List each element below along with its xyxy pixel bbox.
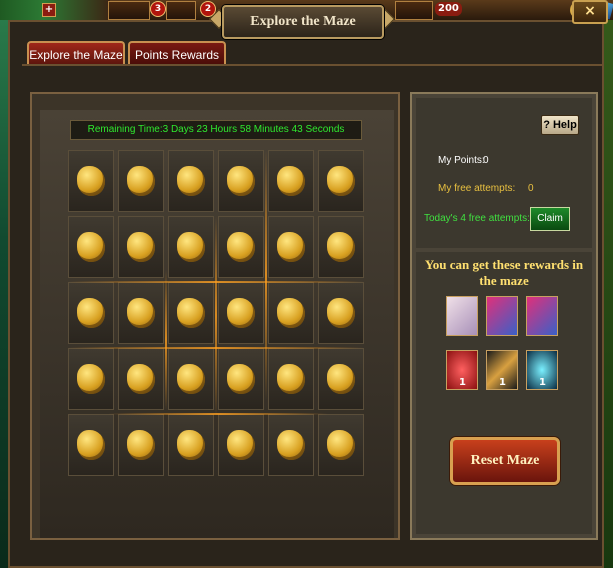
gold-ore-icon [277,364,305,394]
gold-ore-icon [127,364,155,394]
rewards-title: You can get these rewards in the maze [424,257,584,288]
gold-ore-icon [127,430,155,460]
gold-ore-icon [227,232,255,262]
maze-cell[interactable] [118,414,164,476]
maze-cell[interactable] [218,282,264,344]
gold-ore-icon [327,298,355,328]
maze-cell[interactable] [68,216,114,278]
gold-ore-icon [127,166,155,196]
hud-plus-icon[interactable]: + [42,3,56,17]
gift-box-icon[interactable] [486,296,518,336]
gold-ore-icon [77,364,105,394]
hud-sword-icon[interactable] [395,1,433,20]
hud-count: 200 [435,2,462,16]
maze-cell[interactable] [168,150,214,212]
glow-crack [165,270,167,410]
gold-ore-icon [77,430,105,460]
maze-cell[interactable] [218,414,264,476]
tab-points-rewards[interactable]: Points Rewards [128,41,226,65]
maze-cell[interactable] [118,282,164,344]
maze-cell[interactable] [318,348,364,410]
tab-divider [22,64,602,66]
gold-ore-icon [227,166,255,196]
gold-ore-icon [327,430,355,460]
gold-ore-icon [77,232,105,262]
free-attempts-label: My free attempts: [438,183,516,194]
maze-cell[interactable] [318,282,364,344]
maze-cell[interactable] [218,216,264,278]
gold-ore-icon [127,232,155,262]
maze-cell[interactable] [68,348,114,410]
reward-quantity: 1 [459,377,466,388]
gold-ore-icon [177,430,205,460]
maze-cell[interactable] [318,216,364,278]
gold-ore-icon [277,166,305,196]
gold-ore-icon [127,298,155,328]
reset-maze-button[interactable]: Reset Maze [450,437,560,485]
hero-portrait-icon[interactable] [446,296,478,336]
reward-quantity: 1 [539,377,546,388]
gift-box-icon[interactable] [526,296,558,336]
gold-ore-icon [177,298,205,328]
glow-crack [265,150,267,400]
maze-cell[interactable] [118,150,164,212]
help-button[interactable]: ? Help [541,115,579,135]
my-points-label: My Points: [438,155,485,166]
hud-item-icon[interactable] [166,1,196,20]
today-free-label: Today's 4 free attempts: [424,213,530,224]
gold-ore-icon [227,298,255,328]
maze-cell[interactable] [218,348,264,410]
gold-ore-icon [327,166,355,196]
maze-cell[interactable] [168,414,214,476]
gold-ore-icon [277,430,305,460]
gold-ore-icon [227,364,255,394]
hud-badge: 3 [150,1,166,17]
rewards-section [416,252,592,534]
background-right [604,20,613,568]
gold-ore-icon [177,166,205,196]
tab-explore-the-maze[interactable]: Explore the Maze [27,41,125,65]
maze-cell[interactable] [118,216,164,278]
my-points-value: 0 [483,155,489,166]
maze-cell[interactable] [318,414,364,476]
close-button[interactable]: × [572,0,608,24]
maze-cell[interactable] [68,414,114,476]
maze-cell[interactable] [268,282,314,344]
maze-cell[interactable] [68,282,114,344]
treasure-chest-icon[interactable]: 1 [446,350,478,390]
crystal-shard-icon[interactable]: 1 [526,350,558,390]
claim-button[interactable]: Claim [530,207,570,231]
reward-quantity: 1 [499,377,506,388]
maze-cell[interactable] [118,348,164,410]
maze-cell[interactable] [268,216,314,278]
glow-crack [215,216,217,416]
maze-cell[interactable] [68,150,114,212]
gold-ore-icon [77,298,105,328]
maze-cell[interactable] [168,282,214,344]
background-left [0,20,8,568]
window-title: Explore the Maze [222,5,384,39]
gold-ore-icon [177,232,205,262]
maze-cell[interactable] [168,348,214,410]
maze-cell[interactable] [268,150,314,212]
maze-cell[interactable] [268,414,314,476]
scroll-icon[interactable]: 1 [486,350,518,390]
remaining-time: Remaining Time:3 Days 23 Hours 58 Minute… [70,120,362,140]
maze-cell[interactable] [168,216,214,278]
maze-cell[interactable] [318,150,364,212]
free-attempts-value: 0 [528,183,534,194]
gold-ore-icon [277,232,305,262]
close-icon: × [584,3,596,19]
gold-ore-icon [277,298,305,328]
gold-ore-icon [177,364,205,394]
hud-chest-icon[interactable] [108,1,150,20]
maze-cell[interactable] [218,150,264,212]
gold-ore-icon [327,364,355,394]
maze-cell[interactable] [268,348,314,410]
gold-ore-icon [327,232,355,262]
glow-crack [108,413,328,415]
gold-ore-icon [77,166,105,196]
gold-ore-icon [227,430,255,460]
